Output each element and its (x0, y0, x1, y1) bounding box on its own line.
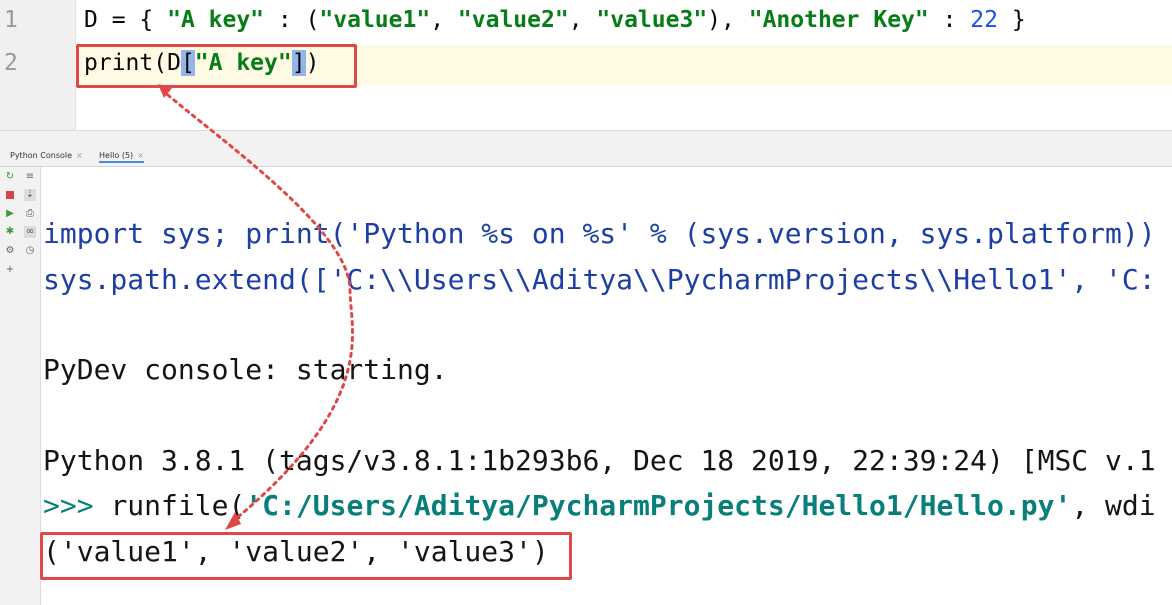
code-token: ), (707, 7, 749, 33)
history-icon[interactable]: ◷ (24, 245, 36, 257)
code-token: : (928, 7, 971, 33)
show-variables-icon[interactable]: ∞ (24, 226, 36, 238)
number-token: 22 (970, 7, 998, 33)
close-icon[interactable]: × (137, 151, 144, 160)
run-icon[interactable]: ▶ (4, 208, 16, 220)
code-line-1[interactable]: D = { "A key" : ("value1", "value2", "va… (84, 7, 1026, 33)
print-icon[interactable]: ⎙ (24, 208, 36, 220)
string-token: "Another Key" (748, 7, 929, 33)
tab-label: Hello (5) (99, 151, 134, 160)
scroll-to-end-icon[interactable]: ⇣ (24, 189, 36, 201)
code-token: D = { (84, 7, 168, 33)
line-gutter: 1 2 (0, 0, 76, 130)
debug-icon[interactable]: ✱ (4, 226, 16, 238)
console-line: sys.path.extend(['C:\\Users\\Aditya\\Pyc… (43, 263, 1156, 296)
line-number: 1 (4, 7, 18, 33)
console-line: PyDev console: starting. (43, 353, 448, 386)
console-line: Python 3.8.1 (tags/v3.8.1:1b293b6, Dec 1… (43, 444, 1156, 477)
soft-wrap-icon[interactable]: ≡ (24, 171, 36, 183)
code-token: , wdi (1071, 489, 1156, 522)
console-tab-bar: Python Console × Hello (5) × (0, 148, 1172, 167)
code-token: , (568, 7, 597, 33)
string-token: "value3" (596, 7, 708, 33)
console-prompt-line: >>> runfile('C:/Users/Aditya/PycharmProj… (43, 489, 1156, 522)
code-token: : ( (264, 7, 320, 33)
rerun-icon[interactable]: ↻ (4, 171, 16, 183)
tab-python-console[interactable]: Python Console × (10, 151, 83, 160)
string-token: 'C:/Users/Aditya/PycharmProjects/Hello1/… (245, 489, 1072, 522)
settings-icon[interactable]: ⚙ (4, 245, 16, 257)
console-toolbar: ↻ ≡ ⇣ ▶ ⎙ ✱ ∞ ⚙ ◷ + (0, 167, 41, 605)
string-token: "value2" (457, 7, 569, 33)
panel-divider[interactable] (0, 130, 1172, 149)
string-token: "A key" (167, 7, 265, 33)
tab-label: Python Console (10, 151, 73, 160)
close-icon[interactable]: × (76, 151, 83, 160)
code-token: runfile( (110, 489, 246, 522)
highlight-box-output (40, 532, 572, 580)
console-line: import sys; print('Python %s on %s' % (s… (43, 217, 1156, 250)
tab-hello[interactable]: Hello (5) × (99, 151, 144, 163)
code-editor[interactable]: 1 2 D = { "A key" : ("value1", "value2",… (0, 0, 1172, 130)
code-token: } (997, 7, 1026, 33)
string-token: "value1" (319, 7, 431, 33)
stop-icon[interactable] (4, 189, 16, 201)
highlight-box-print (76, 44, 357, 88)
prompt-symbol: >>> (43, 489, 111, 522)
line-number: 2 (4, 50, 18, 76)
add-icon[interactable]: + (4, 264, 16, 276)
code-token: , (430, 7, 458, 33)
